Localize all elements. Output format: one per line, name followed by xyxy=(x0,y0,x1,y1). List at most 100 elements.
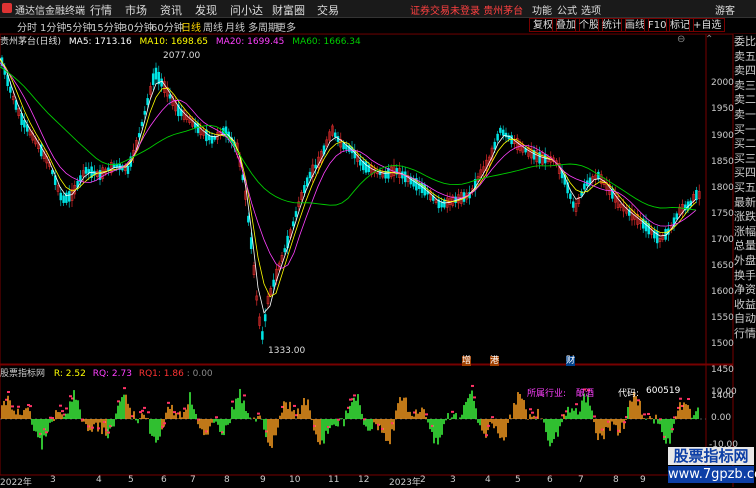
indicator-marker xyxy=(643,413,646,416)
candlestick-series xyxy=(0,55,701,345)
ma20-line xyxy=(0,62,697,269)
candle-body xyxy=(146,98,149,106)
indicator-marker xyxy=(257,412,260,415)
indicator-marker xyxy=(623,421,626,424)
quote-field-label: 卖五 xyxy=(734,49,756,63)
indicator-zero: : 0.00 xyxy=(186,369,213,379)
period-more[interactable]: 更多 xyxy=(276,19,296,34)
low-price-label: 1333.00 xyxy=(268,346,306,356)
indicator-marker xyxy=(593,415,596,418)
period-5min[interactable]: 5分钟 xyxy=(66,19,92,34)
menu-exchange[interactable]: 市场 xyxy=(125,2,147,18)
app-logo-icon xyxy=(2,3,12,13)
candle-body xyxy=(496,133,499,141)
indicator-marker xyxy=(61,410,64,413)
indicator-marker xyxy=(65,407,68,410)
price-tick: 1800 xyxy=(711,183,734,193)
chart-canvas xyxy=(0,17,734,487)
menu-ask-xiaoda[interactable]: 问小达 xyxy=(230,2,263,18)
period-multi[interactable]: 多周期 xyxy=(248,19,278,34)
menu-wealth[interactable]: 财富圈 xyxy=(272,2,305,18)
period-30min[interactable]: 30分钟 xyxy=(121,19,154,34)
period-intraday[interactable]: 分时 xyxy=(17,19,37,34)
indicator-marker xyxy=(485,434,488,437)
code-label: 代码: xyxy=(618,389,640,399)
watermark-url: www.7gpzb.com xyxy=(668,466,756,483)
indicator-marker xyxy=(473,396,476,399)
price-tick: 1750 xyxy=(711,209,734,219)
quote-field-label: 买一 xyxy=(734,122,756,136)
indicator-marker xyxy=(59,404,62,407)
candle-body xyxy=(359,159,362,166)
app-name: 通达信金融终端 xyxy=(15,6,85,17)
chart-title: 贵州茅台(日线) xyxy=(0,37,62,47)
quote-field-label: 行情 xyxy=(734,327,756,340)
indicator-tick: 10.00 xyxy=(711,387,737,397)
quote-field-label: 卖三 xyxy=(734,78,756,92)
quote-field-label: 收益 xyxy=(734,297,756,311)
menu-discover[interactable]: 发现 xyxy=(195,2,217,18)
candle-body xyxy=(283,248,287,253)
candle-body xyxy=(154,67,158,80)
indicator-marker xyxy=(69,395,72,398)
candle-body xyxy=(143,110,147,115)
candle-body xyxy=(126,166,130,174)
candle-body xyxy=(675,213,679,220)
expand-icon[interactable]: ⌃ xyxy=(705,34,713,45)
period-1min[interactable]: 1分钟 xyxy=(40,19,66,34)
candle-body xyxy=(305,177,309,187)
add-watchlist-button[interactable]: +自选 xyxy=(689,18,726,32)
x-axis-label: 9 xyxy=(640,475,646,485)
candle-body xyxy=(303,185,306,193)
period-daily[interactable]: 日线 xyxy=(181,19,201,34)
event-mark-financial[interactable]: 财 xyxy=(566,356,576,366)
indicator-marker xyxy=(167,401,170,404)
indicator-marker xyxy=(7,391,10,394)
menu-market[interactable]: 行情 xyxy=(90,2,112,18)
menu-guest[interactable]: 游客 xyxy=(715,2,735,17)
menu-news[interactable]: 资讯 xyxy=(160,2,182,18)
menu-formula[interactable]: 公式 xyxy=(557,2,577,17)
login-status[interactable]: 证券交易未登录 贵州茅台 xyxy=(410,2,523,17)
x-axis-label: 2 xyxy=(420,475,426,485)
menu-trade[interactable]: 交易 xyxy=(317,2,339,18)
ma10-value: MA10: 1698.65 xyxy=(139,37,209,47)
candle-body xyxy=(247,215,250,223)
indicator-marker xyxy=(17,405,20,408)
indicator-rq1: RQ1: 1.86 xyxy=(138,369,184,379)
quote-field-label: 总量 xyxy=(734,239,756,253)
event-mark-hk[interactable]: 港 xyxy=(490,356,500,366)
period-monthly[interactable]: 月线 xyxy=(225,19,245,34)
x-axis-label: 12 xyxy=(358,475,370,485)
indicator-marker xyxy=(173,411,176,414)
candle-body xyxy=(196,122,200,134)
x-axis-label: 11 xyxy=(328,475,340,485)
indicator-marker xyxy=(215,416,218,419)
collapse-icon[interactable]: ⊖ xyxy=(677,34,685,45)
indicator-marker xyxy=(353,394,356,397)
period-weekly[interactable]: 周线 xyxy=(203,19,223,34)
indicator-marker xyxy=(647,412,650,415)
candle-body xyxy=(67,191,71,202)
candle-body xyxy=(291,221,295,227)
quote-field-label: 买三 xyxy=(734,151,756,165)
stock-code: 600519 xyxy=(646,386,681,396)
event-mark-increase[interactable]: 增 xyxy=(462,356,472,366)
period-60min[interactable]: 60分钟 xyxy=(151,19,184,34)
candle-body xyxy=(23,119,26,128)
indicator-header: 股票指标网 R: 2.52 RQ: 2.73 RQ1: 1.86 : 0.00 xyxy=(0,366,213,379)
x-axis-label: 8 xyxy=(613,475,619,485)
quote-field-label: 买五 xyxy=(734,181,756,194)
price-tick: 1450 xyxy=(711,365,734,375)
candle-body xyxy=(308,171,312,179)
indicator-rq: RQ: 2.73 xyxy=(92,369,132,379)
indicator-marker xyxy=(183,407,186,410)
indicator-title[interactable]: 股票指标网 xyxy=(0,369,45,379)
x-axis-label: 7 xyxy=(578,475,584,485)
candle-body xyxy=(272,279,275,287)
period-15min[interactable]: 15分钟 xyxy=(91,19,124,34)
candle-body xyxy=(443,199,446,208)
price-tick: 1700 xyxy=(711,235,734,245)
menu-options[interactable]: 选项 xyxy=(581,2,601,17)
menu-function[interactable]: 功能 xyxy=(532,2,552,17)
